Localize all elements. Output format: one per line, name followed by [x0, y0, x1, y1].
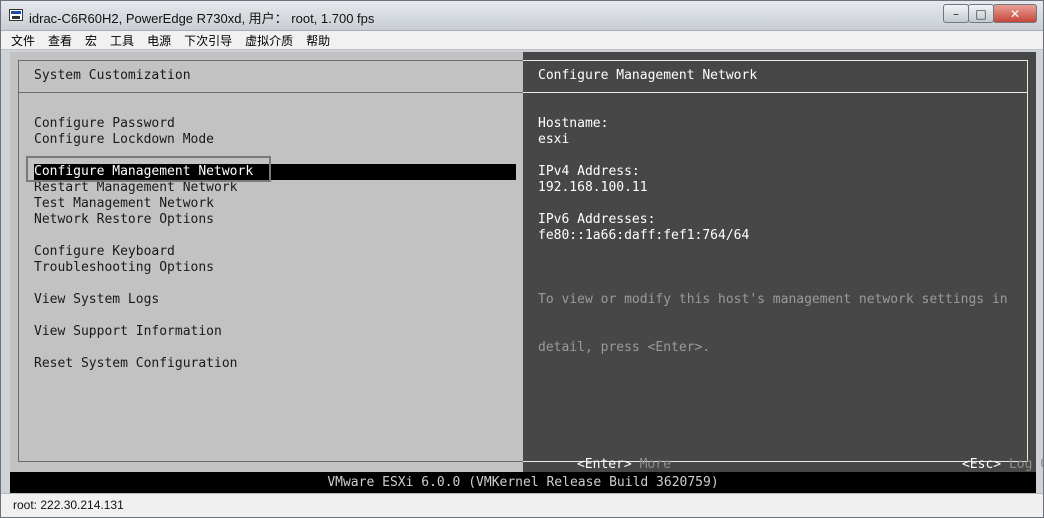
- ipv6-block: IPv6 Addresses: fe80::1a66:daff:fef1:764…: [538, 212, 749, 244]
- esc-key-label: <Esc>: [961, 457, 1002, 472]
- menu-next-boot[interactable]: 下次引导: [184, 32, 232, 49]
- window-controls: – □ ✕: [943, 4, 1037, 24]
- connection-status-bar: root: 222.30.214.131: [1, 493, 1043, 517]
- menu-file[interactable]: 文件: [11, 32, 35, 49]
- minimize-button[interactable]: –: [943, 4, 969, 23]
- option-configure-lockdown-mode[interactable]: Configure Lockdown Mode: [34, 132, 516, 148]
- maximize-button[interactable]: □: [968, 4, 994, 23]
- option-view-support-information[interactable]: View Support Information: [34, 324, 516, 340]
- hostname-block: Hostname: esxi: [538, 116, 608, 148]
- more-label: More: [639, 457, 671, 472]
- help-text-line-1: To view or modify this host's management…: [538, 292, 1008, 307]
- hostname-label: Hostname:: [538, 116, 609, 131]
- ipv4-block: IPv4 Address: 192.168.100.11: [538, 164, 648, 196]
- left-header-divider: [18, 92, 523, 93]
- hostname-value: esxi: [538, 132, 570, 147]
- esxi-version-status: VMware ESXi 6.0.0 (VMKernel Release Buil…: [10, 472, 1036, 493]
- menu-bar: 文件 查看 宏 工具 电源 下次引导 虚拟介质 帮助: [1, 31, 1043, 50]
- right-panel-header: Configure Management Network: [538, 68, 758, 83]
- console-app-icon: [9, 9, 23, 21]
- option-troubleshooting-options[interactable]: Troubleshooting Options: [34, 260, 516, 276]
- remote-console-screen[interactable]: System Customization Configure Managemen…: [10, 52, 1044, 493]
- network-help-text: To view or modify this host's management…: [538, 260, 1026, 388]
- help-text-line-2: detail, press <Enter>.: [538, 340, 711, 355]
- option-network-restore-options[interactable]: Network Restore Options: [34, 212, 516, 228]
- menu-help[interactable]: 帮助: [306, 32, 330, 49]
- option-reset-system-configuration[interactable]: Reset System Configuration: [34, 356, 516, 372]
- ipv6-label: IPv6 Addresses:: [538, 212, 656, 227]
- title-bar[interactable]: idrac-C6R60H2, PowerEdge R730xd, 用户： roo…: [1, 1, 1043, 31]
- close-button[interactable]: ✕: [993, 4, 1037, 23]
- log-out-label: Log Out: [1008, 457, 1044, 472]
- menu-power[interactable]: 电源: [147, 32, 171, 49]
- option-configure-keyboard[interactable]: Configure Keyboard: [34, 244, 516, 260]
- ipv4-value: 192.168.100.11: [538, 180, 648, 195]
- left-panel-header: System Customization: [34, 68, 191, 83]
- option-restart-management-network[interactable]: Restart Management Network: [34, 180, 516, 196]
- option-view-system-logs[interactable]: View System Logs: [34, 292, 516, 308]
- enter-key-label: <Enter>: [576, 457, 632, 472]
- right-header-divider: [523, 92, 1028, 93]
- option-configure-password[interactable]: Configure Password: [34, 116, 516, 132]
- menu-view[interactable]: 查看: [48, 32, 72, 49]
- menu-tools[interactable]: 工具: [110, 32, 134, 49]
- option-test-management-network[interactable]: Test Management Network: [34, 196, 516, 212]
- idrac-console-window: idrac-C6R60H2, PowerEdge R730xd, 用户： roo…: [0, 0, 1044, 518]
- menu-macro[interactable]: 宏: [85, 32, 97, 49]
- ipv6-value: fe80::1a66:daff:fef1:764/64: [538, 228, 750, 243]
- menu-virtual-media[interactable]: 虚拟介质: [245, 32, 293, 49]
- window-title: idrac-C6R60H2, PowerEdge R730xd, 用户： roo…: [29, 11, 375, 26]
- ipv4-label: IPv4 Address:: [538, 164, 640, 179]
- option-configure-management-network[interactable]: Configure Management Network: [34, 164, 516, 180]
